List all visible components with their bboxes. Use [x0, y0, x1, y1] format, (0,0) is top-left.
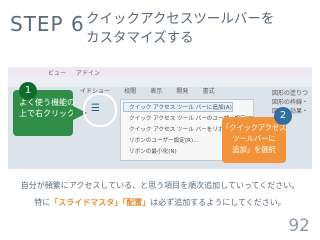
- callout-step1: 1 よく使う機能の 上で右クリック: [13, 82, 75, 136]
- page-heading: クイックアクセスツールバーを カスタマイズする: [86, 11, 275, 46]
- tab-view[interactable]: 表示: [150, 88, 162, 95]
- emphasis-arrange: 「配置」: [122, 198, 151, 207]
- menu-item-minimize-ribbon[interactable]: リボンの最小化(N): [129, 147, 177, 155]
- tab-review[interactable]: 校閲: [124, 88, 136, 95]
- emphasis-slide-master: 「スライドマスタ」: [50, 198, 123, 207]
- body-text-1: 自分が頻繁にアクセスしている、と思う項目を順次追加していってください。: [20, 181, 300, 190]
- callout-step2: 2 「クイックアクセス ツールバーに 追加」を選択: [222, 107, 292, 163]
- body-text-2-post: は必ず追加するようにしてください。: [150, 198, 286, 207]
- ribbon-bar: ビュー アドイン: [8, 67, 312, 84]
- tab-format[interactable]: 書式: [202, 88, 214, 95]
- page-number: 92: [288, 216, 310, 236]
- ribbon-tabs: イドショー 校閲 表示 開発 書式: [8, 77, 312, 95]
- shape-fill-button[interactable]: 図形の塗りつ: [272, 89, 308, 98]
- body-text-2-pre: 特に: [34, 198, 51, 207]
- callout-text-1: よく使う機能の 上で右クリック: [19, 98, 75, 118]
- ribbon-menu-view[interactable]: ビュー: [48, 70, 66, 77]
- callout-text-2: 「クイックアクセス ツールバーに 追加」を選択: [222, 123, 287, 154]
- step-label: STEP 6: [10, 12, 85, 36]
- tab-developer[interactable]: 開発: [176, 88, 188, 95]
- ribbon-menu-addin[interactable]: アドイン: [76, 70, 100, 77]
- shape-outline-button[interactable]: 図形の枠線・: [272, 98, 308, 107]
- body-text-2: 特に「スライドマスタ」「配置」は必ず追加するようにしてください。: [0, 197, 320, 208]
- highlight-circle: ☰: [83, 93, 117, 127]
- list-icon: ☰: [91, 103, 100, 114]
- menu-item-add-to-qat[interactable]: クイック アクセス ツール バーに追加(A): [129, 103, 232, 111]
- menu-item-customize-ribbon[interactable]: リボンのユーザー設定(R)...: [129, 136, 198, 144]
